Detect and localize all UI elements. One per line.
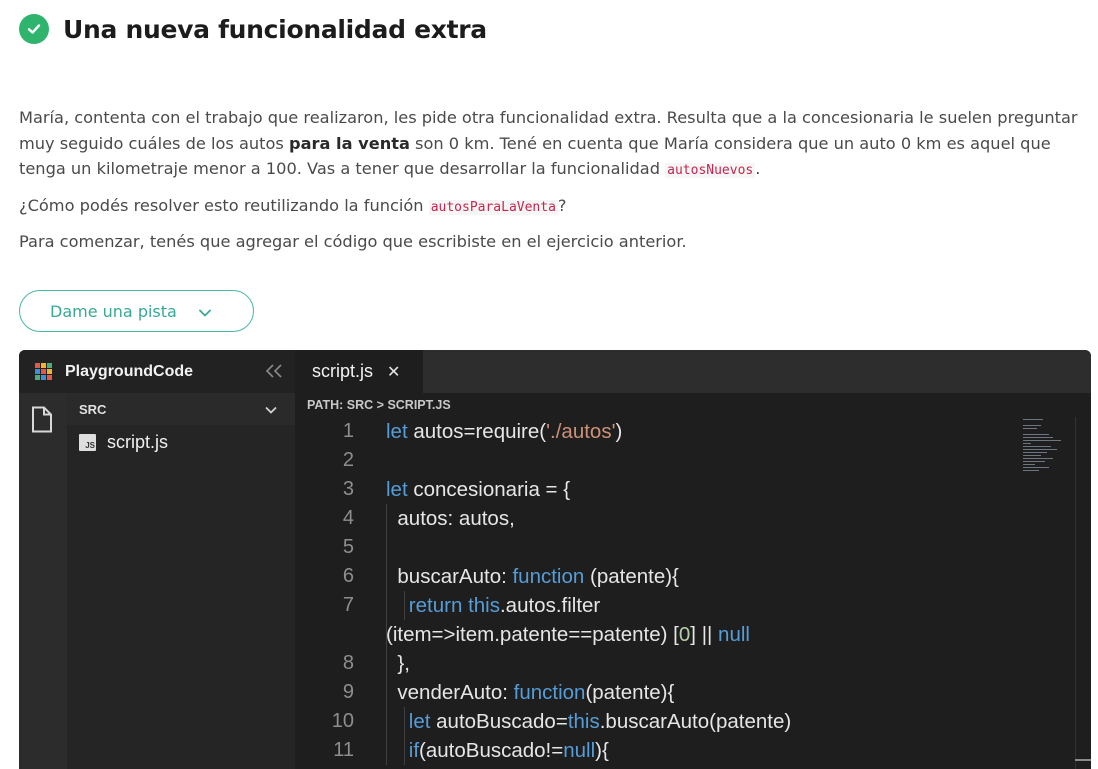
tab-label: script.js <box>312 361 374 381</box>
bold-text: para la venta <box>289 133 410 153</box>
file-name: script.js <box>107 431 169 452</box>
tab-bar: script.js ✕ <box>295 350 1091 393</box>
code-text: buscarAuto: function (patente){ <box>386 565 679 588</box>
breadcrumb: PATH: SRC > SCRIPT.JS <box>295 393 1091 417</box>
inline-code-autosParaLaVenta: autosParaLaVenta <box>428 200 558 215</box>
line-number: 10 <box>331 710 354 732</box>
code-text: autos: autos, <box>386 507 515 530</box>
playground-logo-icon <box>35 363 52 380</box>
question-paragraph: ¿Cómo podés resolver esto reutilizando l… <box>19 196 567 215</box>
line-number: 4 <box>342 507 354 529</box>
hint-button-label: Dame una pista <box>50 301 177 321</box>
line-number: 2 <box>342 449 354 471</box>
code-text: let concesionaria = { <box>386 478 571 501</box>
file-item-script[interactable]: JS script.js <box>67 425 295 459</box>
chevron-down-icon <box>265 402 277 417</box>
editor-brand-bar: PlaygroundCode <box>19 350 295 393</box>
code-text: let autoBuscado=this.buscarAuto(patente) <box>408 710 792 733</box>
line-number: 3 <box>342 478 354 500</box>
inline-code-autosNuevos: autosNuevos <box>665 163 756 178</box>
folder-src[interactable]: SRC <box>67 393 295 425</box>
editor-brand: PlaygroundCode <box>65 362 194 380</box>
code-text: return this.autos.filter <box>408 594 601 617</box>
scrollbar-thumb[interactable] <box>1075 759 1091 761</box>
line-number: 1 <box>342 420 354 442</box>
exercise-title-row: Una nueva funcionalidad extra <box>19 14 487 44</box>
page-title: Una nueva funcionalidad extra <box>63 14 487 44</box>
double-chevron-left-icon[interactable] <box>265 362 283 383</box>
line-number: 11 <box>333 739 354 761</box>
code-text: }, <box>386 652 410 675</box>
code-text: venderAuto: function(patente){ <box>386 681 675 704</box>
close-icon[interactable]: ✕ <box>387 362 400 382</box>
code-editor: PlaygroundCode SRC JS script.js script.j… <box>19 350 1091 769</box>
line-number: 6 <box>342 565 354 587</box>
folder-label: SRC <box>79 401 107 417</box>
line-number: 9 <box>342 681 354 703</box>
code-text: if(autoBuscado!=null){ <box>408 739 609 762</box>
code-text: (item=>item.patente==patente) [0] || nul… <box>386 623 750 646</box>
tab-script-js[interactable]: script.js ✕ <box>295 350 423 393</box>
line-number: 8 <box>342 652 354 674</box>
activity-bar <box>19 393 67 769</box>
check-circle-icon <box>19 14 49 44</box>
line-number: 7 <box>342 594 354 616</box>
code-text: let autos=require('./autos') <box>386 420 623 443</box>
code-minimap[interactable] <box>1023 417 1075 477</box>
description-paragraph: María, contenta con el trabajo que reali… <box>19 108 1078 178</box>
file-icon[interactable] <box>31 406 53 438</box>
instruction-paragraph: Para comenzar, tenés que agregar el códi… <box>19 232 687 251</box>
chevron-down-icon <box>198 302 211 321</box>
line-number: 5 <box>342 536 354 558</box>
hint-button[interactable]: Dame una pista <box>19 290 254 332</box>
code-area[interactable]: 1 let autos=require('./autos') 2 3 let conce… <box>295 417 1020 769</box>
vertical-scrollbar[interactable] <box>1075 417 1091 769</box>
js-file-icon: JS <box>79 433 96 451</box>
file-explorer: SRC JS script.js <box>67 393 295 769</box>
